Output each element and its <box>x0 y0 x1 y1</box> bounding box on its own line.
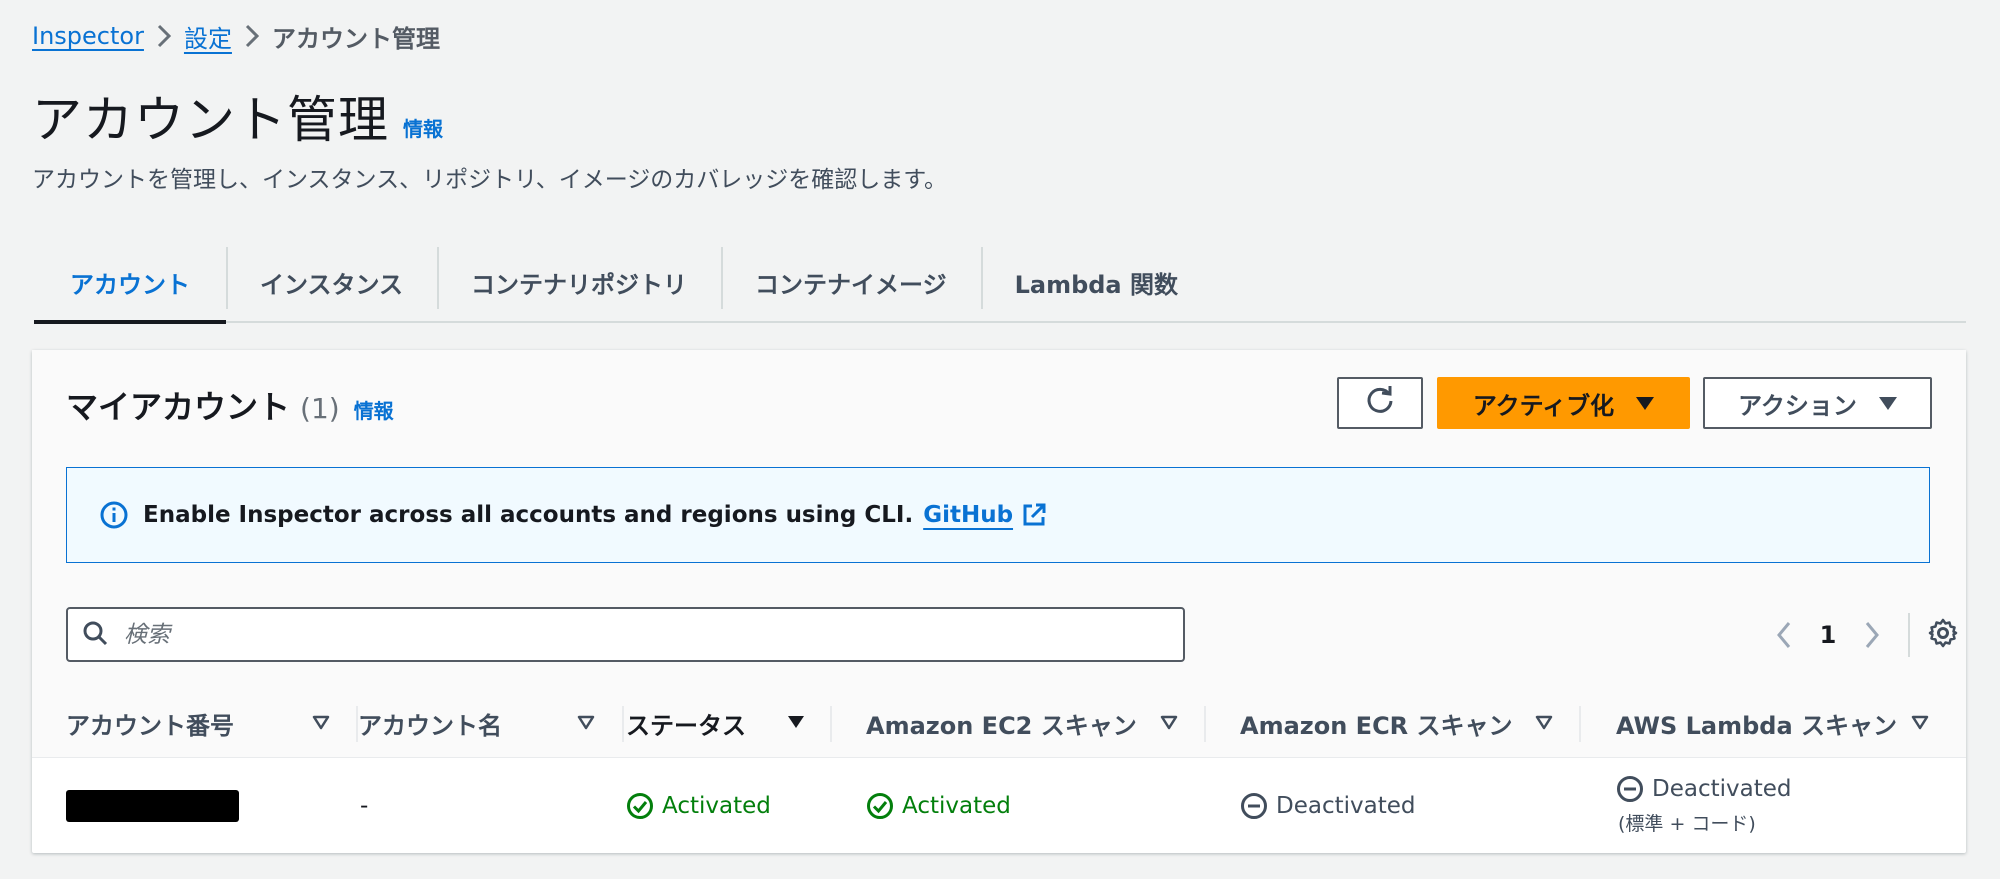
page-title: アカウント管理 <box>32 91 389 149</box>
refresh-button[interactable] <box>1337 377 1423 429</box>
pagination-divider <box>1908 613 1910 657</box>
column-header-ecr-scan[interactable]: Amazon ECR スキャン <box>1240 690 1513 757</box>
status-text: Deactivated <box>1276 792 1416 819</box>
accounts-panel: マイアカウント (1) 情報 アクティブ化 アクション Enable Inspe… <box>32 350 1966 853</box>
chevron-right-icon <box>144 24 184 48</box>
status-indicator: Deactivated <box>1240 792 1415 820</box>
gear-icon <box>1928 618 1958 648</box>
previous-page-button[interactable] <box>1760 621 1808 649</box>
info-alert: Enable Inspector across all accounts and… <box>66 467 1930 563</box>
chevron-right-icon <box>232 24 272 48</box>
tab-accounts[interactable]: アカウント <box>34 243 226 324</box>
cell-account-id <box>66 758 239 853</box>
cell-account-name: - <box>360 792 369 819</box>
sort-down-filled-icon[interactable] <box>786 712 806 736</box>
column-label: アカウント名 <box>358 712 502 740</box>
page-header: アカウント管理 情報 <box>32 88 443 152</box>
breadcrumb-settings[interactable]: 設定 <box>184 19 232 54</box>
column-header-account-id[interactable]: アカウント番号 <box>66 690 234 757</box>
column-label: Amazon ECR スキャン <box>1240 712 1513 740</box>
column-label: AWS Lambda スキャン <box>1616 712 1898 740</box>
sort-down-outline-icon[interactable] <box>1910 712 1930 736</box>
tab-container-images[interactable]: コンテナイメージ <box>721 243 981 321</box>
lambda-scan-type: (標準 + コード) <box>1618 813 1756 835</box>
breadcrumb-current: アカウント管理 <box>271 24 440 53</box>
current-page-number[interactable]: 1 <box>1808 621 1848 649</box>
column-divider <box>830 706 832 742</box>
caret-down-icon <box>1878 396 1897 410</box>
status-text: Deactivated <box>1652 776 1792 802</box>
tab-lambda-functions[interactable]: Lambda 関数 <box>980 243 1212 321</box>
github-link-label: GitHub <box>923 502 1014 528</box>
sort-down-outline-icon[interactable] <box>1534 712 1554 736</box>
status-indicator: Deactivated <box>1616 775 1791 803</box>
column-label: ステータス <box>626 712 746 740</box>
success-check-icon <box>627 792 653 819</box>
actions-label: アクション <box>1738 391 1857 420</box>
info-icon <box>99 500 129 530</box>
actions-dropdown-button[interactable]: アクション <box>1703 377 1932 429</box>
panel-count: (1) <box>300 392 340 425</box>
github-link[interactable]: GitHub <box>923 502 1047 528</box>
status-indicator: Activated <box>866 792 1011 820</box>
column-header-status[interactable]: ステータス <box>626 690 746 757</box>
cell-ecr-scan: Deactivated <box>1240 758 1415 853</box>
page-info-link[interactable]: 情報 <box>403 113 443 142</box>
next-page-button[interactable] <box>1848 621 1896 649</box>
status-text: Activated <box>902 792 1011 819</box>
table-row: - Activated Activated Deactivated Deacti… <box>32 758 1966 853</box>
breadcrumb-inspector[interactable]: Inspector <box>32 22 144 50</box>
column-header-lambda-scan[interactable]: AWS Lambda スキャン <box>1616 690 1897 757</box>
chevron-left-icon <box>1777 622 1791 648</box>
status-text: Activated <box>662 792 771 819</box>
panel-title-text: マイアカウント <box>66 388 291 426</box>
success-check-icon <box>867 792 893 819</box>
cell-status: Activated <box>626 758 771 853</box>
caret-down-icon <box>1636 396 1655 410</box>
column-label: アカウント番号 <box>66 712 234 740</box>
page-description: アカウントを管理し、インスタンス、リポジトリ、イメージのカバレッジを確認します。 <box>32 167 947 193</box>
pagination: 1 <box>1760 610 1958 660</box>
activate-label: アクティブ化 <box>1472 391 1615 420</box>
column-divider <box>1204 706 1206 742</box>
column-label: Amazon EC2 スキャン <box>866 712 1137 740</box>
cell-lambda-scan: Deactivated (標準 + コード) <box>1616 758 1791 853</box>
search-input[interactable] <box>122 620 1026 649</box>
stopped-minus-icon <box>1241 792 1267 819</box>
external-link-icon <box>1023 503 1046 526</box>
panel-info-link[interactable]: 情報 <box>354 395 394 424</box>
sort-down-outline-icon[interactable] <box>576 712 596 736</box>
status-indicator: Activated <box>626 792 771 820</box>
column-divider <box>1579 706 1581 742</box>
search-box <box>66 607 1185 662</box>
search-icon <box>82 620 108 650</box>
chevron-right-icon <box>1865 622 1879 648</box>
table-settings-button[interactable] <box>1928 618 1958 652</box>
tab-container-repositories[interactable]: コンテナリポジトリ <box>437 243 721 321</box>
tab-bar: アカウント インスタンス コンテナリポジトリ コンテナイメージ Lambda 関… <box>34 243 1966 324</box>
column-header-ec2-scan[interactable]: Amazon EC2 スキャン <box>866 690 1137 757</box>
breadcrumb: Inspector 設定 アカウント管理 <box>32 18 440 54</box>
redacted-account-id <box>66 789 239 822</box>
column-header-account-name[interactable]: アカウント名 <box>358 690 502 757</box>
tab-instances[interactable]: インスタンス <box>226 243 437 321</box>
sort-down-outline-icon[interactable] <box>1159 712 1179 736</box>
activate-dropdown-button[interactable]: アクティブ化 <box>1437 377 1690 429</box>
column-divider <box>622 706 624 742</box>
alert-text: Enable Inspector across all accounts and… <box>143 502 914 528</box>
cell-ec2-scan: Activated <box>866 758 1011 853</box>
panel-title: マイアカウント (1) 情報 <box>66 382 394 428</box>
sort-down-outline-icon[interactable] <box>311 712 331 736</box>
refresh-icon <box>1365 385 1395 421</box>
table-header: アカウント番号 アカウント名 ステータス Amazon EC2 スキャン Ama… <box>32 690 1966 758</box>
stopped-minus-icon <box>1617 776 1643 802</box>
